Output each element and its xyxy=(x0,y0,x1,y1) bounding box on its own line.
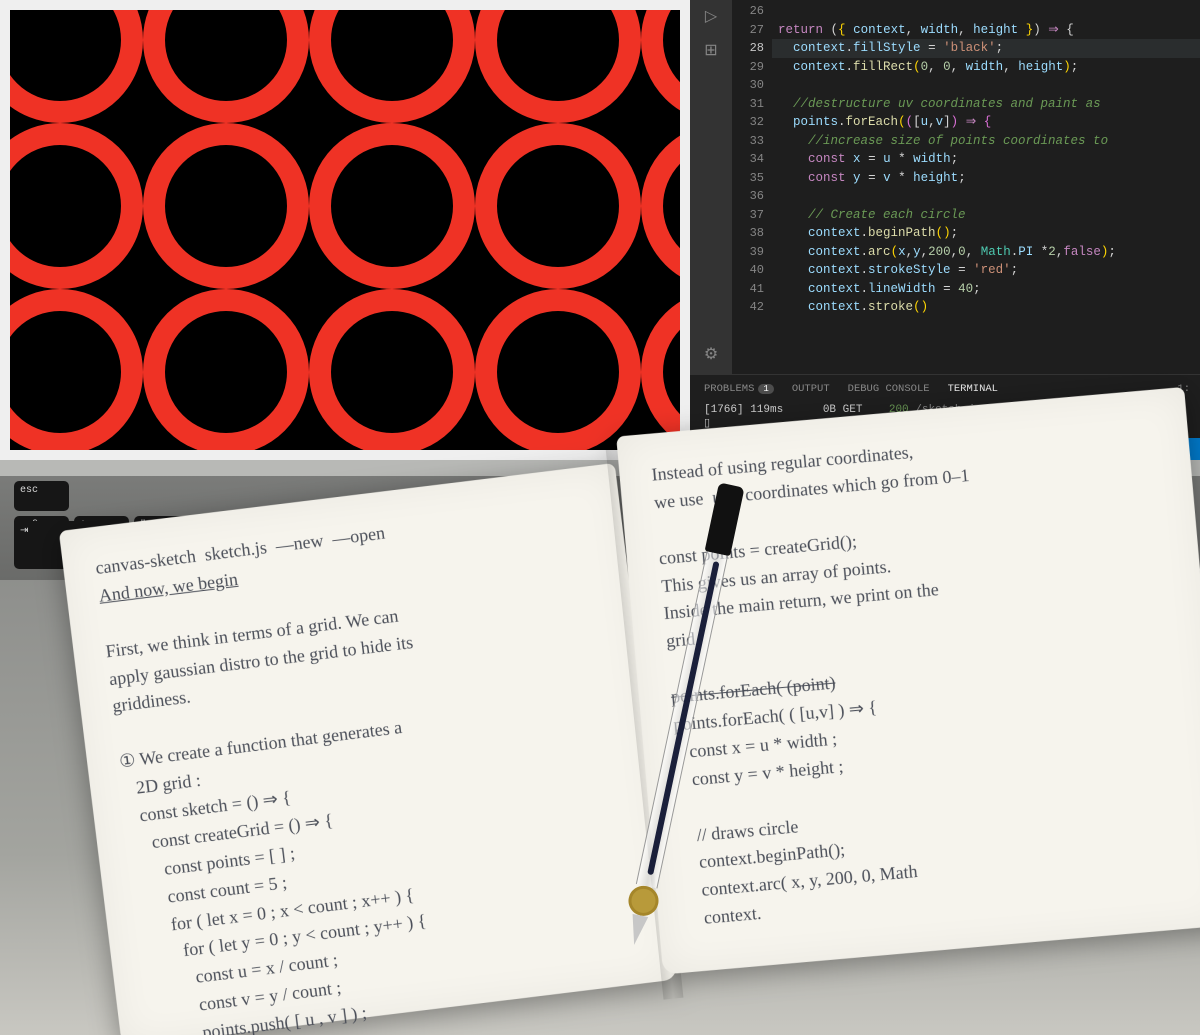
tab-problems[interactable]: PROBLEMS1 xyxy=(704,383,774,395)
settings-icon[interactable]: ⚙ xyxy=(699,342,723,366)
line-gutter: 2627282930313233343536373839404142 xyxy=(732,0,772,374)
tab-output[interactable]: OUTPUT xyxy=(792,383,830,395)
run-debug-icon[interactable]: ▷ xyxy=(699,4,723,28)
code-area[interactable]: return ({ context, width, height }) ⇒ { … xyxy=(772,0,1200,374)
circles-svg xyxy=(10,10,680,450)
tab-debug-console[interactable]: DEBUG CONSOLE xyxy=(848,383,930,395)
notebook-page-right: Instead of using regular coordinates, we… xyxy=(616,387,1200,975)
laptop-screen: ▷ ⊞ ⚙ 2627282930313233343536373839404142… xyxy=(0,0,1200,460)
tab-terminal[interactable]: TERMINAL xyxy=(948,383,998,395)
activity-bar: ▷ ⊞ ⚙ xyxy=(690,0,732,374)
extensions-icon[interactable]: ⊞ xyxy=(699,38,723,62)
notebook-page-left: canvas-sketch sketch.js —new —open And n… xyxy=(59,463,678,1035)
handwriting-left: canvas-sketch sketch.js —new —open And n… xyxy=(94,495,647,1035)
canvas-preview xyxy=(0,0,690,460)
